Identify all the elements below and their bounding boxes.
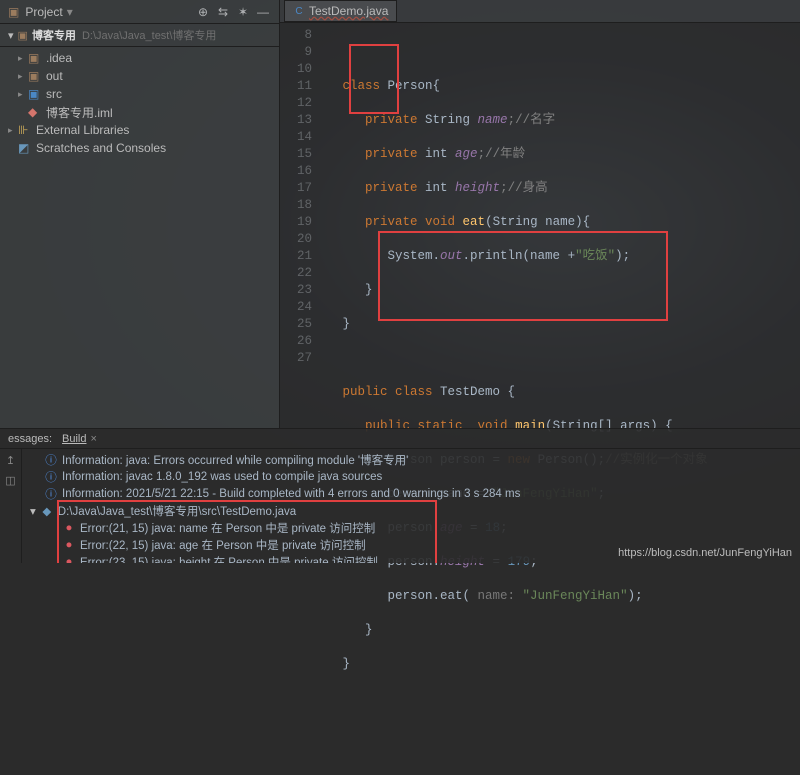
messages-header: essages: Build × bbox=[0, 429, 800, 449]
collapse-icon[interactable]: ⇆ bbox=[215, 4, 231, 20]
project-root-path: D:\Java\Java_test\博客专用 bbox=[82, 27, 217, 43]
messages-panel: essages: Build × ↥ ◫ ⓘ Information: java… bbox=[0, 428, 800, 563]
msg-info-line[interactable]: ⓘ Information: 2021/5/21 22:15 - Build c… bbox=[22, 485, 800, 502]
project-panel-title: Project bbox=[25, 5, 62, 19]
project-root-name: 博客专用 bbox=[32, 27, 76, 43]
tree-folder-out[interactable]: ▣ out bbox=[0, 67, 279, 85]
msg-info-line[interactable]: ⓘ Information: javac 1.8.0_192 was used … bbox=[22, 468, 800, 485]
info-icon: ⓘ bbox=[44, 486, 58, 502]
chevron-down-icon bbox=[8, 29, 14, 42]
folder-icon: ▣ bbox=[8, 5, 19, 19]
msg-error-line[interactable]: ● Error:(21, 15) java: name 在 Person 中是 … bbox=[22, 519, 800, 536]
editor-tabs: C TestDemo.java bbox=[280, 0, 800, 23]
project-tree: ▣ .idea ▣ out ▣ src ◆ 博客专用.iml ⊪ Ext bbox=[0, 47, 279, 159]
code-editor[interactable]: 89101112131415161718192021222324252627 c… bbox=[280, 23, 800, 775]
expand-all-icon[interactable]: ◫ bbox=[4, 473, 18, 487]
iml-file-icon: ◆ bbox=[28, 105, 42, 119]
source-folder-icon: ▣ bbox=[28, 87, 42, 101]
tree-folder-idea[interactable]: ▣ .idea bbox=[0, 49, 279, 67]
export-icon[interactable]: ↥ bbox=[4, 453, 18, 467]
close-icon[interactable]: × bbox=[91, 433, 97, 445]
code-content[interactable]: class Person{ private String name;//名字 p… bbox=[320, 23, 800, 775]
chevron-down-icon: ▾ bbox=[30, 504, 36, 518]
tree-scratches[interactable]: ◩ Scratches and Consoles bbox=[0, 139, 279, 157]
library-icon: ⊪ bbox=[18, 123, 32, 137]
tree-file-iml[interactable]: ◆ 博客专用.iml bbox=[0, 103, 279, 121]
chevron-right-icon bbox=[18, 53, 28, 64]
gutter: 89101112131415161718192021222324252627 bbox=[280, 23, 320, 775]
project-breadcrumb[interactable]: ▣ 博客专用 D:\Java\Java_test\博客专用 bbox=[0, 24, 279, 47]
select-opened-icon[interactable]: ⊕ bbox=[195, 4, 211, 20]
project-panel-header: ▣ Project ▾ ⊕ ⇆ ✶ — bbox=[0, 0, 279, 24]
messages-toolbar: ↥ ◫ bbox=[0, 449, 22, 563]
error-icon: ● bbox=[62, 556, 76, 564]
chevron-right-icon bbox=[18, 71, 28, 82]
info-icon: ⓘ bbox=[44, 469, 58, 485]
error-icon: ● bbox=[62, 539, 76, 551]
settings-icon[interactable]: ✶ bbox=[235, 4, 251, 20]
messages-tree[interactable]: ⓘ Information: java: Errors occurred whi… bbox=[22, 449, 800, 563]
info-icon: ⓘ bbox=[44, 452, 58, 468]
msg-file-line[interactable]: ▾ ◆ D:\Java\Java_test\博客专用\src\TestDemo.… bbox=[22, 502, 800, 519]
build-tab[interactable]: Build bbox=[62, 433, 86, 445]
folder-icon: ▣ bbox=[28, 51, 42, 65]
tab-testdemo[interactable]: C TestDemo.java bbox=[284, 0, 397, 22]
java-class-icon: C bbox=[293, 5, 305, 17]
tab-label: TestDemo.java bbox=[309, 4, 388, 18]
watermark: https://blog.csdn.net/JunFengYiHan bbox=[618, 547, 792, 559]
msg-info-line[interactable]: ⓘ Information: java: Errors occurred whi… bbox=[22, 451, 800, 468]
folder-icon: ▣ bbox=[28, 69, 42, 83]
annotation-box-body bbox=[378, 231, 668, 321]
project-tool-window: ▣ Project ▾ ⊕ ⇆ ✶ — ▣ 博客专用 D:\Java\Java_… bbox=[0, 0, 280, 428]
tree-folder-src[interactable]: ▣ src bbox=[0, 85, 279, 103]
error-icon: ● bbox=[62, 522, 76, 534]
folder-icon: ▣ bbox=[18, 29, 28, 42]
chevron-right-icon bbox=[18, 89, 28, 100]
hide-icon[interactable]: — bbox=[255, 4, 271, 20]
tree-external-libraries[interactable]: ⊪ External Libraries bbox=[0, 121, 279, 139]
messages-label: essages: bbox=[8, 433, 52, 445]
scratch-icon: ◩ bbox=[18, 141, 32, 155]
editor: C TestDemo.java 891011121314151617181920… bbox=[280, 0, 800, 428]
java-file-icon: ◆ bbox=[40, 504, 54, 518]
chevron-right-icon bbox=[8, 125, 18, 136]
